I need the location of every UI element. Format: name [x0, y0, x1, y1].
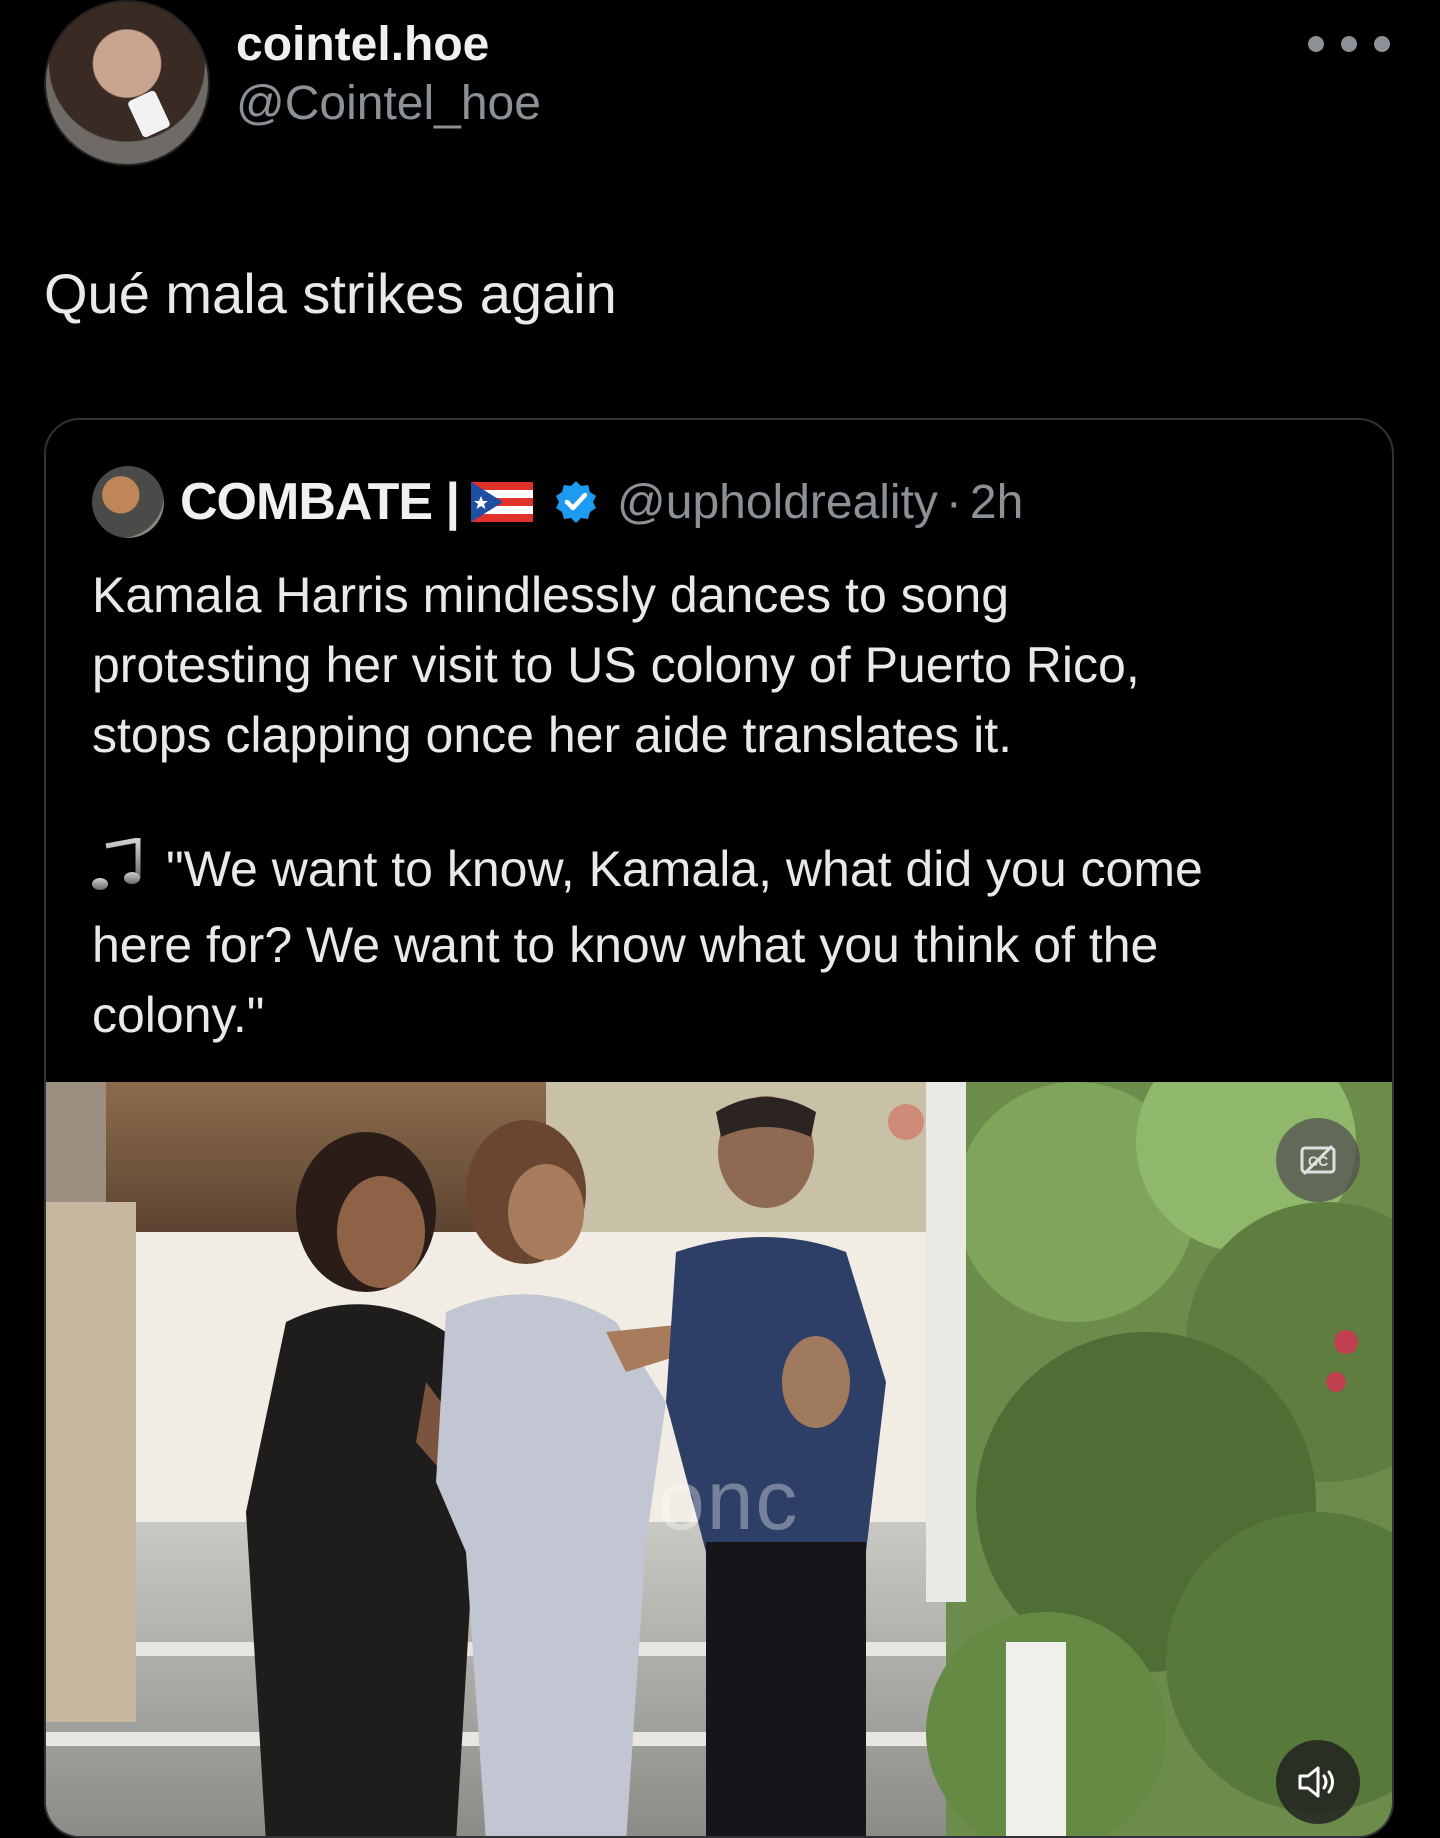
quoted-header: COMBATE | @upholdreality · 2h: [92, 466, 1023, 538]
author-row: cointel.hoe @Cointel_hoe: [44, 0, 541, 170]
video-watermark: onc: [658, 1453, 800, 1547]
verified-badge-icon: [553, 479, 599, 525]
avatar[interactable]: [44, 0, 210, 166]
author-names: cointel.hoe @Cointel_hoe: [236, 14, 541, 132]
tweet: cointel.hoe @Cointel_hoe Qué mala strike…: [0, 0, 1440, 1838]
quoted-text: Kamala Harris mindlessly dances to song …: [92, 560, 1352, 1050]
display-name[interactable]: cointel.hoe: [236, 14, 541, 76]
separator: ·: [945, 475, 962, 529]
puerto-rico-flag-icon: [471, 482, 534, 522]
tweet-text: Qué mala strikes again: [44, 262, 617, 325]
dot: [1374, 36, 1390, 52]
volume-icon[interactable]: [1276, 1740, 1360, 1824]
quoted-lyric-text: "We want to know, Kamala, what did you c…: [166, 841, 1203, 897]
quoted-display-name[interactable]: COMBATE |: [180, 472, 460, 532]
captions-off-icon[interactable]: CC: [1276, 1118, 1360, 1202]
quoted-timestamp[interactable]: 2h: [970, 475, 1023, 530]
dot: [1341, 36, 1357, 52]
quoted-handle[interactable]: @upholdreality: [617, 475, 938, 530]
quoted-avatar[interactable]: [92, 466, 164, 538]
quoted-text-line: Kamala Harris mindlessly dances to song: [92, 567, 1010, 623]
quoted-lyric-line: here for? We want to know what you think…: [92, 917, 1159, 973]
video-player[interactable]: onc CC: [46, 1082, 1392, 1836]
quoted-lyric-line: colony.": [92, 987, 265, 1043]
more-options-icon[interactable]: [1308, 30, 1390, 58]
quoted-text-line: stops clapping once her aide translates …: [92, 707, 1012, 763]
dot: [1308, 36, 1324, 52]
handle[interactable]: @Cointel_hoe: [236, 76, 541, 132]
quoted-tweet[interactable]: COMBATE | @upholdreality · 2h Kamala Har…: [44, 418, 1394, 1838]
quoted-lyric-line: "We want to know, Kamala, what did you c…: [92, 834, 1352, 910]
quoted-text-line: protesting her visit to US colony of Pue…: [92, 637, 1140, 693]
music-note-icon: [92, 836, 142, 910]
avatar-photo-detail: [126, 89, 172, 139]
